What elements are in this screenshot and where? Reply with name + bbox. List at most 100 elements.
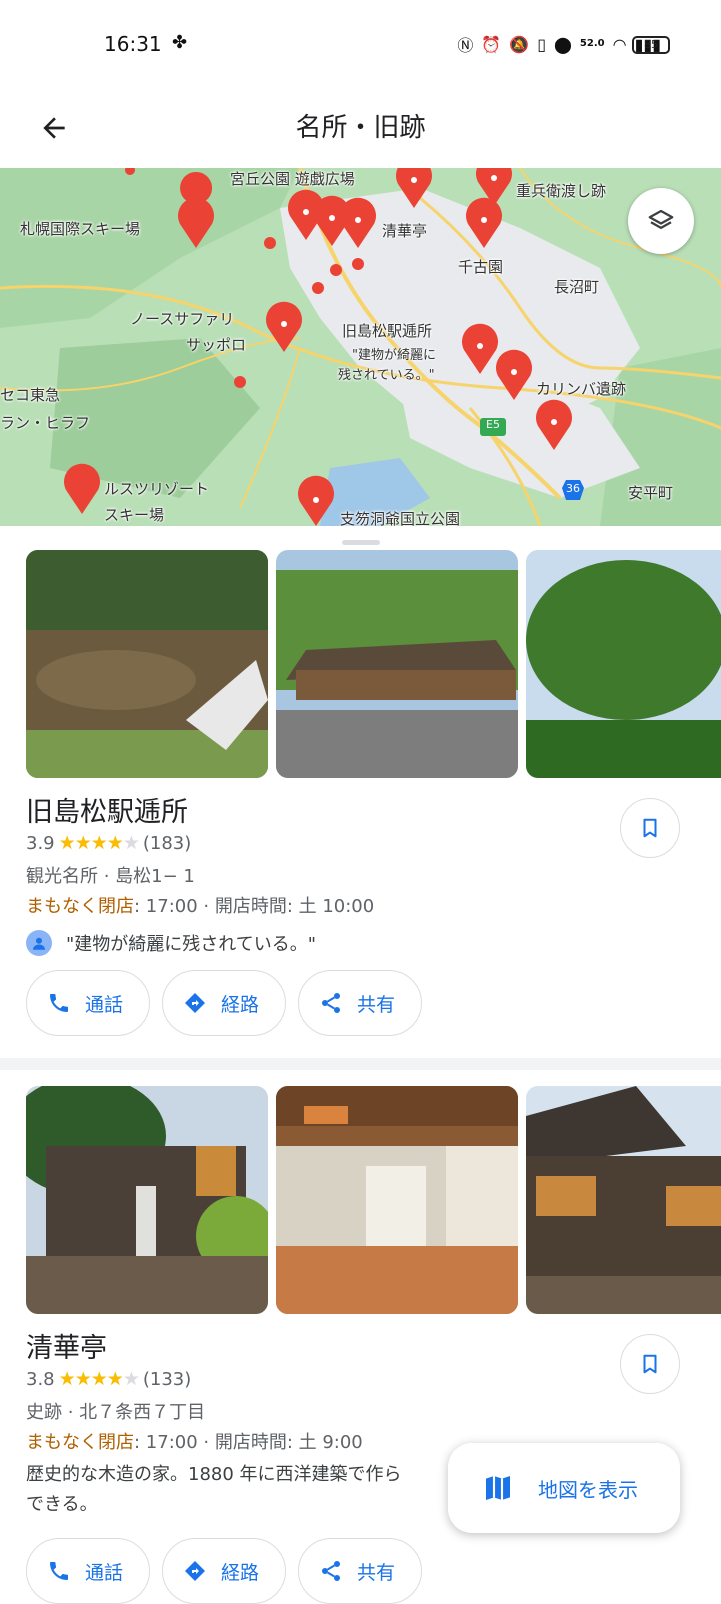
action-buttons: 通話 経路 共有	[26, 970, 423, 1036]
map-label-seikatei: 清華亭	[382, 222, 428, 240]
star-icon: ★	[58, 1368, 76, 1390]
drag-handle[interactable]	[342, 540, 380, 545]
photo-carousel[interactable]	[26, 1086, 721, 1314]
page-title: 名所・旧跡	[295, 113, 426, 143]
place-photo[interactable]	[26, 550, 268, 778]
place-name[interactable]: 旧島松駅逓所	[26, 790, 188, 829]
place-description: 歴史的な木造の家。1880 年に西洋建築で作ら できる。	[26, 1460, 446, 1520]
map-label-e5: E5	[486, 418, 500, 431]
map-label-chikoen: 千古園	[458, 258, 504, 276]
map-label-abira: 安平町	[628, 484, 674, 502]
save-button[interactable]	[620, 798, 680, 858]
location-icon: ⬤	[554, 34, 572, 54]
rating-row: 3.9 ★ ★ ★ ★ ★ (183)	[26, 832, 191, 854]
description-line: できる。	[26, 1494, 98, 1515]
place-photo[interactable]	[276, 1086, 518, 1314]
review-snippet: "建物が綺麗に残されている。"	[26, 930, 316, 956]
description-line: 歴史的な木造の家。1880 年に西洋建築で作ら	[26, 1464, 402, 1485]
share-icon	[322, 1561, 341, 1581]
wifi-icon: ◠	[612, 34, 627, 54]
rating-stars: ★ ★ ★ ★ ★	[58, 1368, 140, 1390]
alarm-icon: ⏰	[481, 34, 502, 54]
map-label-niseko-1: セコ東急	[0, 386, 61, 404]
action-buttons: 通話 経路 共有	[26, 1538, 423, 1604]
review-count: (133)	[142, 1368, 192, 1390]
directions-button[interactable]: 経路	[162, 970, 287, 1036]
map-label-niseko-2: ラン・ヒラフ	[0, 414, 91, 432]
call-button[interactable]: 通話	[26, 1538, 151, 1604]
rating-value: 3.9	[26, 832, 55, 854]
share-button[interactable]: 共有	[298, 970, 423, 1036]
star-icon: ★	[122, 1368, 140, 1390]
hours-text: : 17:00 · 開店時間: 土 10:00	[134, 896, 375, 917]
notification-icon: ✤	[172, 32, 188, 53]
place-photo[interactable]	[526, 550, 721, 778]
map-label-shikotsu: 支笏洞爺国立公園	[340, 510, 461, 526]
map-label-north-safari: ノースサファリ	[130, 310, 235, 328]
map-label-review-1: "建物が綺麗に	[352, 348, 436, 363]
place-name[interactable]: 清華亭	[26, 1326, 107, 1365]
star-icon: ★	[90, 832, 108, 854]
star-icon: ★	[106, 1368, 124, 1390]
directions-label: 経路	[221, 993, 260, 1016]
place-photo[interactable]	[526, 1086, 721, 1314]
share-icon	[322, 993, 341, 1013]
star-icon: ★	[74, 832, 92, 854]
rating-row: 3.8 ★ ★ ★ ★ ★ (133)	[26, 1368, 191, 1390]
rating-value: 3.8	[26, 1368, 55, 1390]
star-icon: ★	[58, 832, 76, 854]
vibrate-icon: ▯	[537, 34, 547, 54]
hours-text: : 17:00 · 開店時間: 土 9:00	[134, 1432, 363, 1453]
user-avatar-icon	[26, 930, 52, 956]
share-label: 共有	[357, 1561, 396, 1584]
call-label: 通話	[85, 993, 124, 1016]
map-label-naganuma: 長沼町	[554, 278, 600, 296]
share-button[interactable]: 共有	[298, 1538, 423, 1604]
results-sheet[interactable]: 旧島松駅逓所 3.9 ★ ★ ★ ★ ★ (183) 観光名所 · 島松1− 1 まもな…	[0, 526, 721, 1604]
phone-icon	[50, 994, 68, 1012]
rating-stars: ★ ★ ★ ★ ★	[58, 832, 140, 854]
show-map-button[interactable]: 地図を表示	[448, 1443, 680, 1533]
status-icons: Ⓝ ⏰ 🔕 ▯ ⬤ 52.0 ◠ ▮▮▮	[457, 32, 661, 56]
directions-icon	[185, 993, 206, 1013]
place-photo[interactable]	[276, 550, 518, 778]
call-button[interactable]: 通話	[26, 970, 151, 1036]
map-view[interactable]: 宮丘公園 遊戯広場 札幌国際スキー場 清華亭 千古園 長沼町 ノースサファリ サ…	[0, 168, 721, 526]
open-status: まもなく閉店	[26, 1432, 134, 1453]
place-card-shimamatsu[interactable]: 旧島松駅逓所 3.9 ★ ★ ★ ★ ★ (183) 観光名所 · 島松1− 1 まもな…	[0, 550, 721, 1070]
mute-icon: 🔕	[509, 34, 530, 54]
map-layers-button[interactable]	[628, 188, 694, 254]
open-status: まもなく閉店	[26, 896, 134, 917]
nfc-icon: Ⓝ	[457, 36, 474, 55]
map-label-karinba: カリンバ遺跡	[536, 380, 627, 398]
map-label-rusutsu-2: スキー場	[104, 506, 165, 524]
photo-carousel[interactable]	[26, 550, 721, 778]
category-address: 史跡 · 北７条西７丁目	[26, 1402, 206, 1423]
bookmark-icon	[643, 1354, 657, 1374]
directions-icon	[185, 1561, 206, 1581]
star-icon: ★	[90, 1368, 108, 1390]
hours-row: まもなく閉店: 17:00 · 開店時間: 土 9:00	[26, 1428, 363, 1454]
star-icon: ★	[74, 1368, 92, 1390]
layers-icon	[648, 209, 674, 229]
battery-indicator: 85	[632, 36, 670, 54]
map-icon	[486, 1476, 510, 1500]
phone-icon	[50, 1562, 68, 1580]
map-label-review-2: 残されている。"	[338, 368, 435, 383]
share-label: 共有	[357, 993, 396, 1016]
section-divider	[0, 1058, 721, 1070]
directions-button[interactable]: 経路	[162, 1538, 287, 1604]
app-bar: 名所・旧跡	[0, 90, 721, 166]
review-text: "建物が綺麗に残されている。"	[66, 934, 317, 955]
map-label-juhei: 重兵衛渡し跡	[516, 182, 607, 200]
map-label-route-36: 36	[566, 482, 580, 495]
status-bar: 16:31 ✤ Ⓝ ⏰ 🔕 ▯ ⬤ 52.0 ◠ ▮▮▮ 85	[0, 0, 721, 90]
place-photo[interactable]	[26, 1086, 268, 1314]
network-speed: 52.0	[579, 38, 605, 49]
show-map-label: 地図を表示	[538, 1477, 638, 1502]
save-button[interactable]	[620, 1334, 680, 1394]
star-icon: ★	[122, 832, 140, 854]
map-label-miyagaoka: 宮丘公園 遊戯広場	[230, 170, 355, 188]
status-time: 16:31	[104, 32, 162, 56]
category-address: 観光名所 · 島松1− 1	[26, 866, 195, 887]
